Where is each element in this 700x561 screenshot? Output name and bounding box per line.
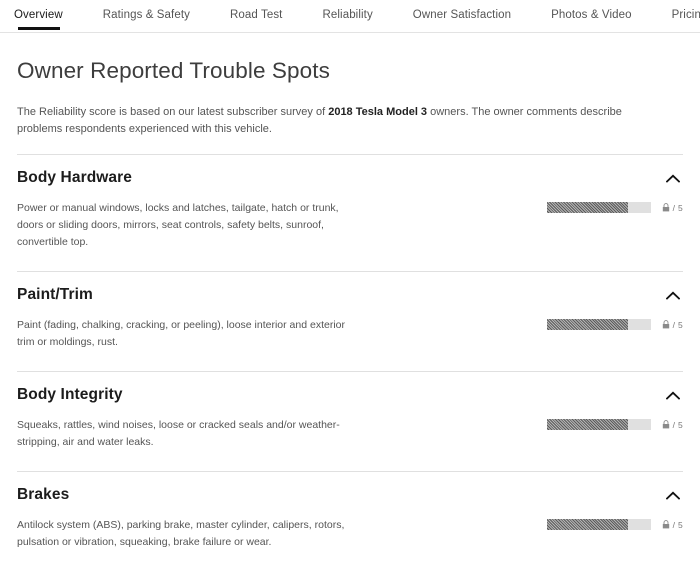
rating-bar <box>546 202 651 214</box>
primary-tab-bar: Overview Ratings & Safety Road Test Reli… <box>0 0 700 33</box>
section-description: Antilock system (ABS), parking brake, ma… <box>17 519 345 549</box>
chevron-up-icon[interactable] <box>665 170 681 186</box>
tab-label: Pricing <box>671 9 700 21</box>
rating-score-locked[interactable]: / 5 <box>662 420 683 430</box>
active-tab-indicator <box>18 27 60 30</box>
tab-label: Reliability <box>322 9 373 21</box>
tab-label: Ratings & Safety <box>102 9 190 21</box>
intro-paragraph: The Reliability score is based on our la… <box>17 104 665 138</box>
rating-score-suffix: / 5 <box>672 519 683 530</box>
rating-group: / 5 <box>546 417 683 431</box>
rating-group: / 5 <box>546 200 683 214</box>
intro-text-before: The Reliability score is based on our la… <box>17 106 329 118</box>
tab-road-test[interactable]: Road Test <box>230 0 282 31</box>
tab-label: Overview <box>14 9 63 21</box>
section-body: Squeaks, rattles, wind noises, loose or … <box>17 417 683 455</box>
rating-score-suffix: / 5 <box>672 319 683 330</box>
rating-bar-fill <box>546 419 628 431</box>
section-body: Paint (fading, chalking, cracking, or pe… <box>17 317 683 355</box>
chevron-up-icon[interactable] <box>665 487 681 503</box>
rating-bar-fill <box>546 202 628 214</box>
tab-pricing[interactable]: Pricing <box>672 0 700 31</box>
tab-overview[interactable]: Overview <box>14 0 63 31</box>
section-title: Brakes <box>17 486 70 504</box>
rating-group: / 5 <box>546 517 683 531</box>
section-body: Antilock system (ABS), parking brake, ma… <box>17 517 683 555</box>
page-content: Owner Reported Trouble Spots The Reliabi… <box>0 57 700 555</box>
tab-label: Owner Satisfaction <box>412 9 512 21</box>
tab-owner-satisfaction[interactable]: Owner Satisfaction <box>413 0 511 31</box>
section-description: Power or manual windows, locks and latch… <box>17 202 339 249</box>
rating-group: / 5 <box>546 317 683 331</box>
chevron-up-icon[interactable] <box>665 387 681 403</box>
lock-icon <box>662 420 670 429</box>
rating-score-locked[interactable]: / 5 <box>662 520 683 530</box>
section-title: Body Hardware <box>17 169 132 187</box>
trouble-spot-section: Brakes Antilock system (ABS), parking br… <box>17 471 683 555</box>
rating-score-suffix: / 5 <box>672 419 683 430</box>
chevron-up-icon[interactable] <box>665 287 681 303</box>
section-title: Body Integrity <box>17 386 123 404</box>
tab-label: Photos & Video <box>551 9 632 21</box>
section-header-body-hardware[interactable]: Body Hardware <box>17 169 683 187</box>
section-header-body-integrity[interactable]: Body Integrity <box>17 386 683 404</box>
trouble-spot-section: Paint/Trim Paint (fading, chalking, crac… <box>17 271 683 355</box>
tab-ratings-safety[interactable]: Ratings & Safety <box>103 0 190 31</box>
rating-score-locked[interactable]: / 5 <box>662 320 683 330</box>
rating-bar-fill <box>546 519 628 531</box>
section-description: Squeaks, rattles, wind noises, loose or … <box>17 419 340 449</box>
rating-score-locked[interactable]: / 5 <box>662 203 683 213</box>
rating-bar <box>546 519 651 531</box>
rating-bar-fill <box>546 319 628 331</box>
lock-icon <box>662 320 670 329</box>
tab-photos-video[interactable]: Photos & Video <box>551 0 631 31</box>
section-header-paint-trim[interactable]: Paint/Trim <box>17 286 683 304</box>
section-title: Paint/Trim <box>17 286 93 304</box>
tab-label: Road Test <box>230 9 283 21</box>
page-title: Owner Reported Trouble Spots <box>17 58 330 83</box>
section-description: Paint (fading, chalking, cracking, or pe… <box>17 319 346 349</box>
rating-score-suffix: / 5 <box>672 202 683 213</box>
section-body: Power or manual windows, locks and latch… <box>17 200 683 255</box>
tab-reliability[interactable]: Reliability <box>322 0 372 31</box>
trouble-spot-section: Body Hardware Power or manual windows, l… <box>17 154 683 255</box>
rating-bar <box>546 319 651 331</box>
lock-icon <box>662 203 670 212</box>
section-header-brakes[interactable]: Brakes <box>17 486 683 504</box>
rating-bar <box>546 419 651 431</box>
intro-vehicle-name: 2018 Tesla Model 3 <box>328 106 428 118</box>
trouble-spot-section: Body Integrity Squeaks, rattles, wind no… <box>17 371 683 455</box>
lock-icon <box>662 520 670 529</box>
